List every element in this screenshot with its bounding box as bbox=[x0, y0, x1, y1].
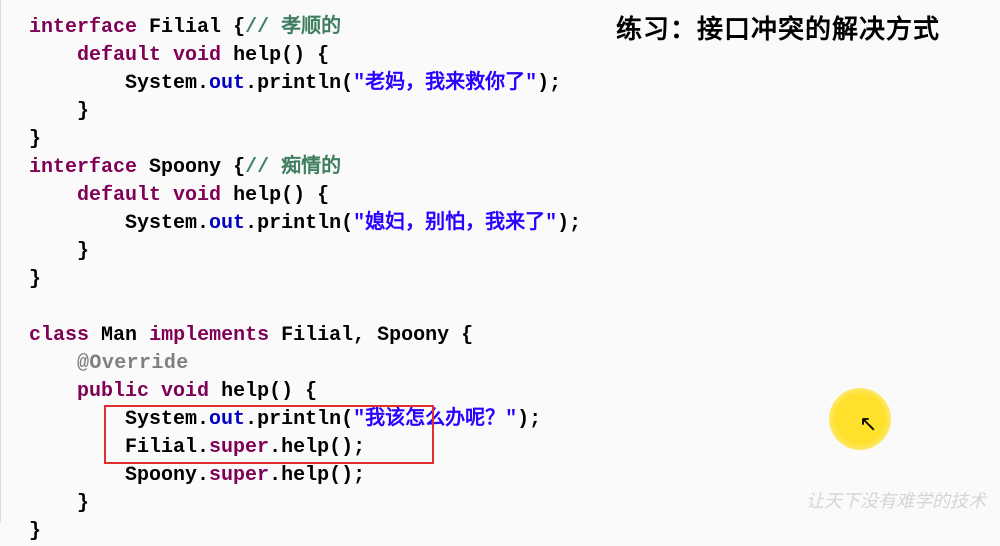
kw-interface: interface bbox=[29, 156, 137, 179]
kw-default: default bbox=[77, 184, 161, 207]
kw-default: default bbox=[77, 44, 161, 67]
super-call-2-type: Spoony bbox=[125, 464, 197, 487]
kw-super: super bbox=[209, 464, 269, 487]
watermark-text: 让天下没有难学的技术 bbox=[806, 487, 986, 515]
kw-implements: implements bbox=[149, 324, 269, 347]
interface2-name: Spoony bbox=[149, 156, 221, 179]
kw-void: void bbox=[173, 184, 221, 207]
kw-void: void bbox=[173, 44, 221, 67]
out-field: out bbox=[209, 72, 245, 95]
kw-public: public bbox=[77, 380, 149, 403]
super-call-2-method: help bbox=[281, 464, 329, 487]
kw-interface: interface bbox=[29, 16, 137, 39]
out-field: out bbox=[209, 212, 245, 235]
code-block: interface Filial {// 孝顺的 default void he… bbox=[1, 0, 1000, 546]
method-help: help bbox=[233, 44, 281, 67]
override-annotation: @Override bbox=[77, 352, 189, 375]
super-call-1-type: Filial bbox=[125, 436, 197, 459]
system-ref: System bbox=[125, 212, 197, 235]
system-ref: System bbox=[125, 72, 197, 95]
kw-void: void bbox=[161, 380, 209, 403]
method-help: help bbox=[221, 380, 269, 403]
string-literal-3: "我该怎么办呢？" bbox=[353, 408, 517, 431]
system-ref: System bbox=[125, 408, 197, 431]
println-call: println bbox=[257, 212, 341, 235]
kw-class: class bbox=[29, 324, 89, 347]
interface2-comment: // 痴情的 bbox=[245, 156, 341, 179]
implements-list: Filial, Spoony bbox=[281, 324, 449, 347]
slide-title: 练习：接口冲突的解决方式 bbox=[616, 16, 940, 44]
interface1-comment: // 孝顺的 bbox=[245, 16, 341, 39]
class-name: Man bbox=[101, 324, 137, 347]
out-field: out bbox=[209, 408, 245, 431]
interface1-name: Filial bbox=[149, 16, 221, 39]
string-literal-1: "老妈，我来救你了" bbox=[353, 72, 537, 95]
kw-super: super bbox=[209, 436, 269, 459]
string-literal-2: "媳妇，别怕，我来了" bbox=[353, 212, 557, 235]
println-call: println bbox=[257, 72, 341, 95]
println-call: println bbox=[257, 408, 341, 431]
method-help: help bbox=[233, 184, 281, 207]
super-call-1-method: help bbox=[281, 436, 329, 459]
